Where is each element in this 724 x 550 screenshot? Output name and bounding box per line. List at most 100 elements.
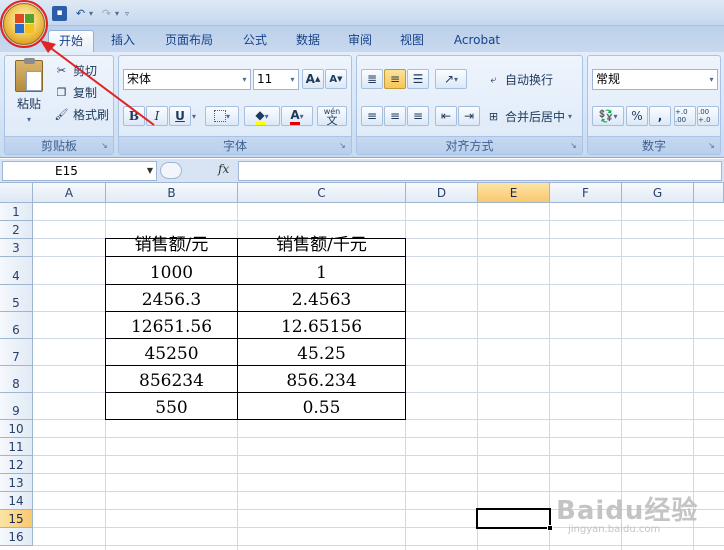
select-all-button[interactable] (0, 183, 33, 203)
align-left-button[interactable]: ≡ (361, 106, 383, 126)
align-bottom-button[interactable]: ☰ (407, 69, 429, 89)
table-header-cell[interactable]: 销售额/千元 (237, 235, 406, 257)
chevron-down-icon: ▾ (290, 75, 295, 84)
table-cell[interactable]: 2.4563 (237, 284, 406, 312)
table-cell[interactable]: 45.25 (237, 338, 406, 366)
column-header-f[interactable]: F (550, 183, 622, 203)
column-header-e[interactable]: E (478, 183, 550, 203)
tab-data[interactable]: 数据 (286, 30, 330, 52)
phonetic-button[interactable]: wén 文 (317, 106, 347, 126)
column-header-b[interactable]: B (106, 183, 238, 203)
formula-bar-splitter[interactable] (160, 162, 182, 179)
grow-font-icon: A (305, 72, 315, 86)
table-cell[interactable]: 1 (237, 256, 406, 285)
font-group-title: 字体 (119, 136, 351, 154)
increase-decimal-button[interactable]: +.0 .00 (674, 106, 696, 126)
row-header-3[interactable]: 3 (0, 239, 33, 257)
column-header-d[interactable]: D (406, 183, 478, 203)
save-icon[interactable]: ▪ (52, 5, 67, 21)
table-cell[interactable]: 856.234 (237, 365, 406, 393)
bold-button[interactable]: B (123, 106, 145, 126)
row-header-5[interactable]: 5 (0, 285, 33, 312)
tab-insert[interactable]: 插入 (101, 30, 145, 52)
tab-view[interactable]: 视图 (390, 30, 434, 52)
copy-button[interactable]: ❐ 复制 (53, 84, 97, 101)
row-header-7[interactable]: 7 (0, 339, 33, 366)
tab-acrobat[interactable]: Acrobat (444, 30, 510, 52)
table-cell[interactable]: 0.55 (237, 392, 406, 420)
wrap-text-button[interactable]: ⤶ 自动换行 (485, 71, 553, 88)
font-launcher-icon[interactable]: ↘ (339, 141, 349, 151)
table-cell[interactable]: 12.65156 (237, 311, 406, 339)
row-header-16[interactable]: 16 (0, 528, 33, 546)
table-cell[interactable]: 12651.56 (105, 311, 238, 339)
row-header-11[interactable]: 11 (0, 438, 33, 456)
row-header-6[interactable]: 6 (0, 312, 33, 339)
underline-dropdown-icon[interactable]: ▾ (192, 112, 196, 121)
align-center-button[interactable]: ≡ (384, 106, 406, 126)
alignment-launcher-icon[interactable]: ↘ (570, 141, 580, 151)
decrease-decimal-button[interactable]: .00 +.0 (697, 106, 719, 126)
tab-page-layout[interactable]: 页面布局 (155, 30, 223, 52)
number-launcher-icon[interactable]: ↘ (708, 141, 718, 151)
customize-qat-icon[interactable]: ▿ (125, 9, 129, 18)
row-header-15[interactable]: 15 (0, 510, 33, 528)
row-header-1[interactable]: 1 (0, 203, 33, 221)
clipboard-launcher-icon[interactable]: ↘ (101, 141, 111, 151)
table-cell[interactable]: 1000 (105, 256, 238, 285)
increase-indent-button[interactable]: ⇥ (458, 106, 480, 126)
format-painter-button[interactable]: 🖌 格式刷 (53, 106, 110, 123)
baidu-watermark: Baidu经验 jingyan.baidu.com (556, 490, 716, 540)
column-header-overflow[interactable] (694, 183, 724, 203)
row-header-8[interactable]: 8 (0, 366, 33, 393)
font-name-select[interactable]: 宋体 ▾ (123, 69, 251, 90)
fill-handle[interactable] (547, 525, 553, 531)
decrease-indent-button[interactable]: ⇤ (435, 106, 457, 126)
row-header-2[interactable]: 2 (0, 221, 33, 239)
paste-button[interactable]: 粘贴 ▾ (9, 58, 49, 132)
row-header-4[interactable]: 4 (0, 257, 33, 285)
align-middle-button[interactable]: ≡ (384, 69, 406, 89)
align-top-button[interactable]: ≣ (361, 69, 383, 89)
grow-font-button[interactable]: A ▲ (302, 69, 324, 89)
table-cell[interactable]: 45250 (105, 338, 238, 366)
table-cell[interactable]: 2456.3 (105, 284, 238, 312)
tab-home[interactable]: 开始 (48, 30, 94, 52)
column-header-c[interactable]: C (238, 183, 406, 203)
table-cell[interactable]: 550 (105, 392, 238, 420)
undo-button[interactable]: ↶ ▾ (73, 6, 93, 21)
column-header-a[interactable]: A (33, 183, 106, 203)
align-right-button[interactable]: ≡ (407, 106, 429, 126)
comma-button[interactable]: , (649, 106, 671, 126)
row-header-13[interactable]: 13 (0, 474, 33, 492)
fill-color-button[interactable]: ◆ ▾ (244, 106, 280, 126)
formula-input[interactable] (238, 161, 722, 181)
redo-button[interactable]: ↷ ▾ (99, 6, 119, 21)
row-header-9[interactable]: 9 (0, 393, 33, 420)
name-box-value: E15 (55, 164, 78, 178)
insert-function-icon[interactable]: fx (218, 162, 229, 176)
active-cell-e15[interactable] (476, 508, 553, 531)
name-box[interactable]: E15 ▼ (2, 161, 157, 181)
cut-button[interactable]: ✂ 剪切 (53, 62, 97, 79)
tab-review[interactable]: 审阅 (338, 30, 382, 52)
row-header-12[interactable]: 12 (0, 456, 33, 474)
row-header-14[interactable]: 14 (0, 492, 33, 510)
number-format-select[interactable]: 常规 ▾ (592, 69, 718, 90)
percent-button[interactable]: % (626, 106, 648, 126)
accounting-format-button[interactable]: 💱 ▾ (592, 106, 624, 126)
font-size-select[interactable]: 11 ▾ (253, 69, 299, 90)
font-color-button[interactable]: A ▾ (281, 106, 313, 126)
underline-button[interactable]: U (169, 106, 191, 126)
orientation-button[interactable]: ↗ ▾ (435, 69, 467, 89)
chevron-down-icon: ▾ (709, 75, 714, 84)
borders-button[interactable]: ▾ (205, 106, 239, 126)
table-header-cell[interactable]: 销售额/元 (105, 235, 238, 257)
merge-center-button[interactable]: ⊞ 合并后居中 ▾ (485, 108, 572, 125)
tab-formulas[interactable]: 公式 (233, 30, 277, 52)
italic-button[interactable]: I (146, 106, 168, 126)
column-header-g[interactable]: G (622, 183, 694, 203)
table-cell[interactable]: 856234 (105, 365, 238, 393)
shrink-font-button[interactable]: A ▼ (325, 69, 347, 89)
row-header-10[interactable]: 10 (0, 420, 33, 438)
